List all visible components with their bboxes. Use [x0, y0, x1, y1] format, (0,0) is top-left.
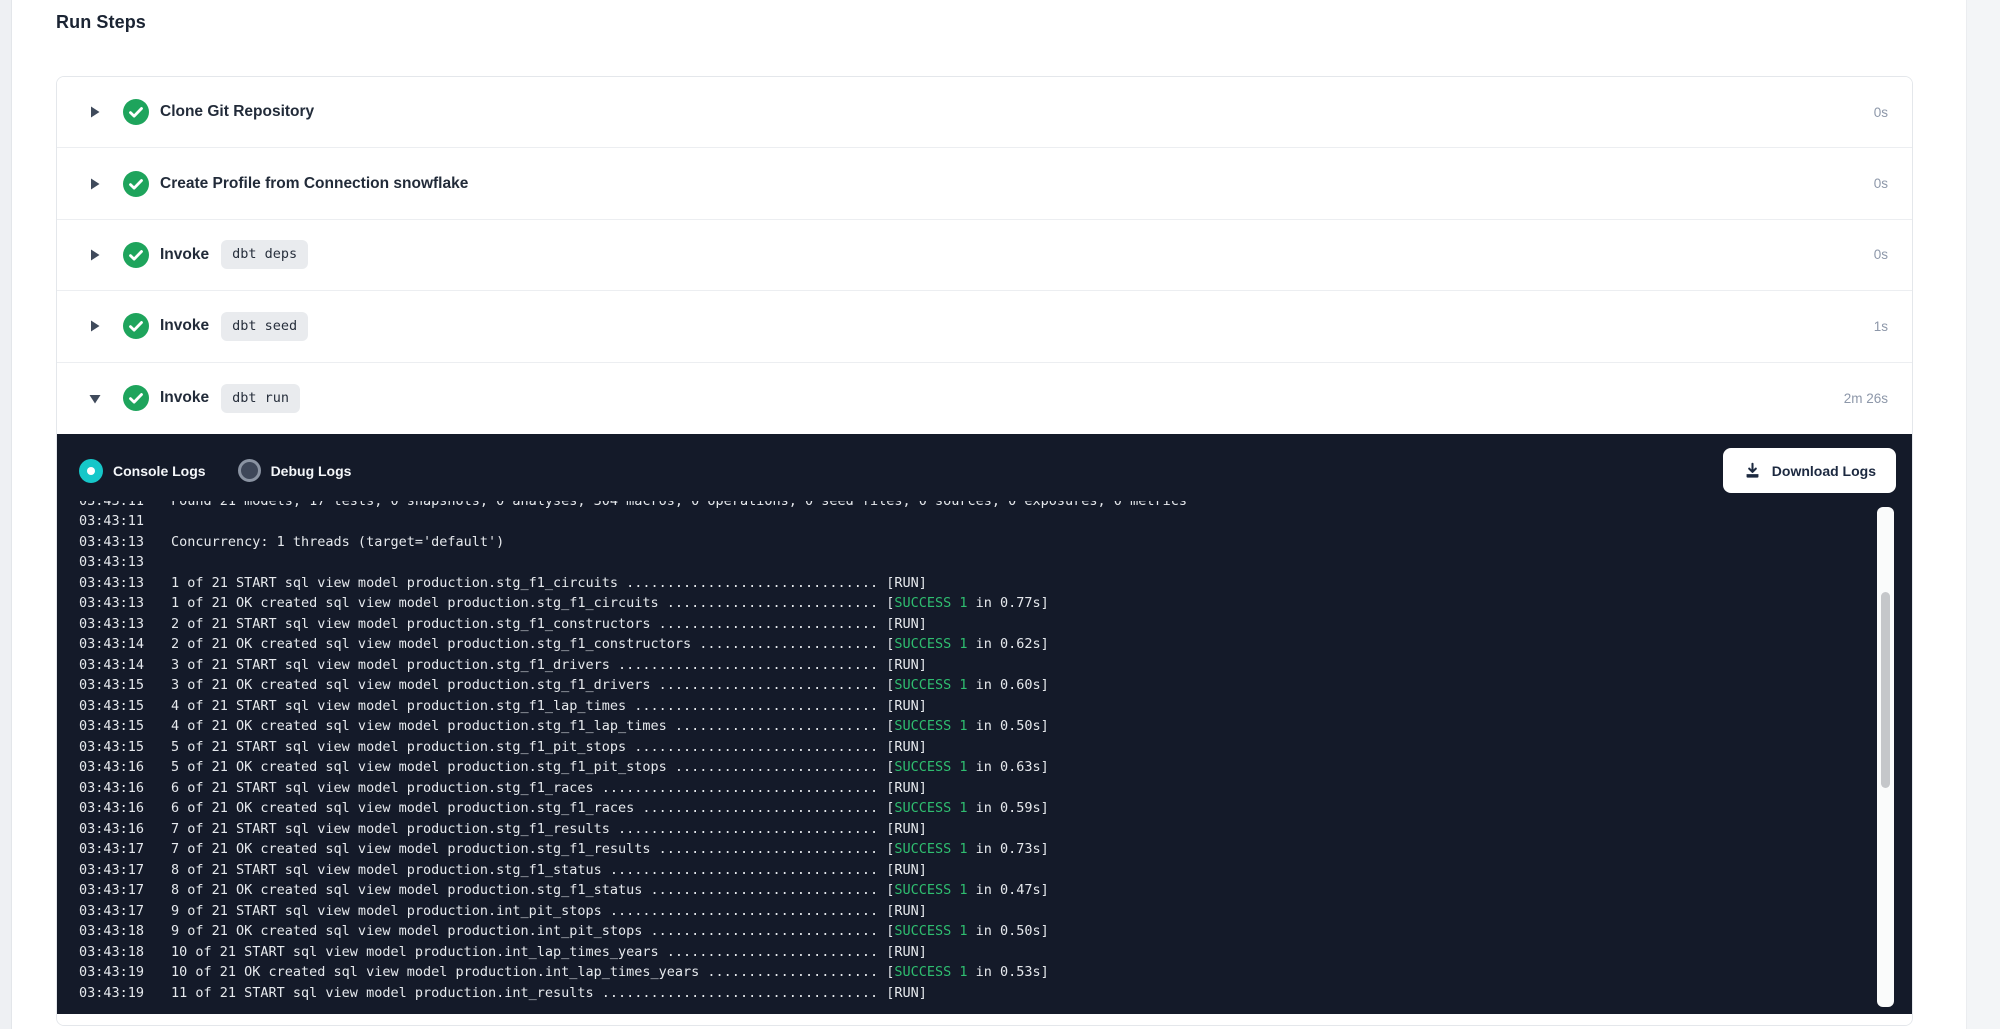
console-scrollbar-thumb[interactable] [1881, 592, 1890, 788]
step-label: Invoke [160, 246, 209, 264]
download-logs-button[interactable]: Download Logs [1723, 448, 1896, 493]
step-label: Invoke [160, 317, 209, 335]
page-title: Run Steps [56, 12, 146, 33]
log-line: 03:43:155 of 21 START sql view model pro… [79, 737, 1912, 758]
success-check-icon [123, 171, 149, 197]
download-icon [1743, 461, 1762, 480]
step-duration: 2m 26s [1844, 391, 1888, 406]
log-line: 03:43:154 of 21 START sql view model pro… [79, 696, 1912, 717]
success-check-icon [123, 242, 149, 268]
debug-logs-radio[interactable]: Debug Logs [238, 459, 352, 482]
console-log-panel: Console Logs Debug Logs Download Logs 03… [57, 434, 1912, 1014]
card-bottom-padding [57, 1014, 1912, 1025]
command-badge: dbt seed [221, 312, 308, 341]
step-duration: 1s [1874, 319, 1888, 334]
log-line: 03:43:153 of 21 OK created sql view mode… [79, 675, 1912, 696]
step-label: Create Profile from Connection snowflake [160, 175, 468, 193]
radio-selected-icon [79, 459, 103, 483]
console-scrollbar-track[interactable] [1877, 507, 1894, 1007]
log-line: 03:43:189 of 21 OK created sql view mode… [79, 921, 1912, 942]
log-line: 03:43:142 of 21 OK created sql view mode… [79, 634, 1912, 655]
log-line: 03:43:11 [79, 511, 1912, 532]
command-badge: dbt run [221, 384, 300, 413]
radio-label: Debug Logs [271, 463, 352, 479]
log-line: 03:43:1810 of 21 START sql view model pr… [79, 942, 1912, 963]
success-check-icon [123, 313, 149, 339]
log-line: 03:43:166 of 21 OK created sql view mode… [79, 798, 1912, 819]
log-line: 03:43:132 of 21 START sql view model pro… [79, 614, 1912, 635]
step-row-create-profile[interactable]: Create Profile from Connection snowflake… [57, 148, 1912, 219]
download-button-label: Download Logs [1772, 463, 1876, 479]
chevron-right-icon[interactable] [87, 319, 102, 334]
console-logs-radio[interactable]: Console Logs [79, 459, 206, 483]
command-badge: dbt deps [221, 240, 308, 269]
radio-label: Console Logs [113, 463, 206, 479]
log-line: 03:43:178 of 21 START sql view model pro… [79, 860, 1912, 881]
log-line: 03:43:177 of 21 OK created sql view mode… [79, 839, 1912, 860]
chevron-right-icon[interactable] [87, 247, 102, 262]
log-lines-container: 03:43:11Found 21 models, 17 tests, 0 sna… [79, 501, 1912, 1004]
chevron-down-icon[interactable] [87, 391, 102, 406]
step-label: Clone Git Repository [160, 103, 314, 121]
log-line: 03:43:1911 of 21 START sql view model pr… [79, 983, 1912, 1004]
run-steps-card: Clone Git Repository 0s Create Profile f… [56, 76, 1913, 1026]
step-row-invoke-dbt-seed[interactable]: Invoke dbt seed 1s [57, 291, 1912, 362]
log-line: 03:43:11Found 21 models, 17 tests, 0 sna… [79, 501, 1912, 512]
radio-unselected-icon [238, 459, 261, 482]
log-line: 03:43:154 of 21 OK created sql view mode… [79, 716, 1912, 737]
log-line: 03:43:1910 of 21 OK created sql view mod… [79, 962, 1912, 983]
log-line: 03:43:131 of 21 OK created sql view mode… [79, 593, 1912, 614]
log-line: 03:43:13Concurrency: 1 threads (target='… [79, 532, 1912, 553]
log-line: 03:43:143 of 21 START sql view model pro… [79, 655, 1912, 676]
step-row-clone-git-repository[interactable]: Clone Git Repository 0s [57, 77, 1912, 148]
success-check-icon [123, 99, 149, 125]
step-row-invoke-dbt-run[interactable]: Invoke dbt run 2m 26s [57, 363, 1912, 434]
step-duration: 0s [1874, 247, 1888, 262]
log-line: 03:43:166 of 21 START sql view model pro… [79, 778, 1912, 799]
log-line: 03:43:13 [79, 552, 1912, 573]
log-line: 03:43:131 of 21 START sql view model pro… [79, 573, 1912, 594]
step-label: Invoke [160, 389, 209, 407]
chevron-right-icon[interactable] [87, 176, 102, 191]
right-page-gutter [1966, 0, 2000, 1029]
chevron-right-icon[interactable] [87, 105, 102, 120]
log-line: 03:43:178 of 21 OK created sql view mode… [79, 880, 1912, 901]
console-log-output[interactable]: 03:43:11Found 21 models, 17 tests, 0 sna… [57, 501, 1912, 1014]
step-duration: 0s [1874, 176, 1888, 191]
left-page-gutter [0, 0, 12, 1029]
log-line: 03:43:167 of 21 START sql view model pro… [79, 819, 1912, 840]
step-duration: 0s [1874, 105, 1888, 120]
log-line: 03:43:165 of 21 OK created sql view mode… [79, 757, 1912, 778]
success-check-icon [123, 385, 149, 411]
step-row-invoke-dbt-deps[interactable]: Invoke dbt deps 0s [57, 220, 1912, 291]
console-toolbar: Console Logs Debug Logs Download Logs [57, 434, 1912, 498]
log-line: 03:43:179 of 21 START sql view model pro… [79, 901, 1912, 922]
